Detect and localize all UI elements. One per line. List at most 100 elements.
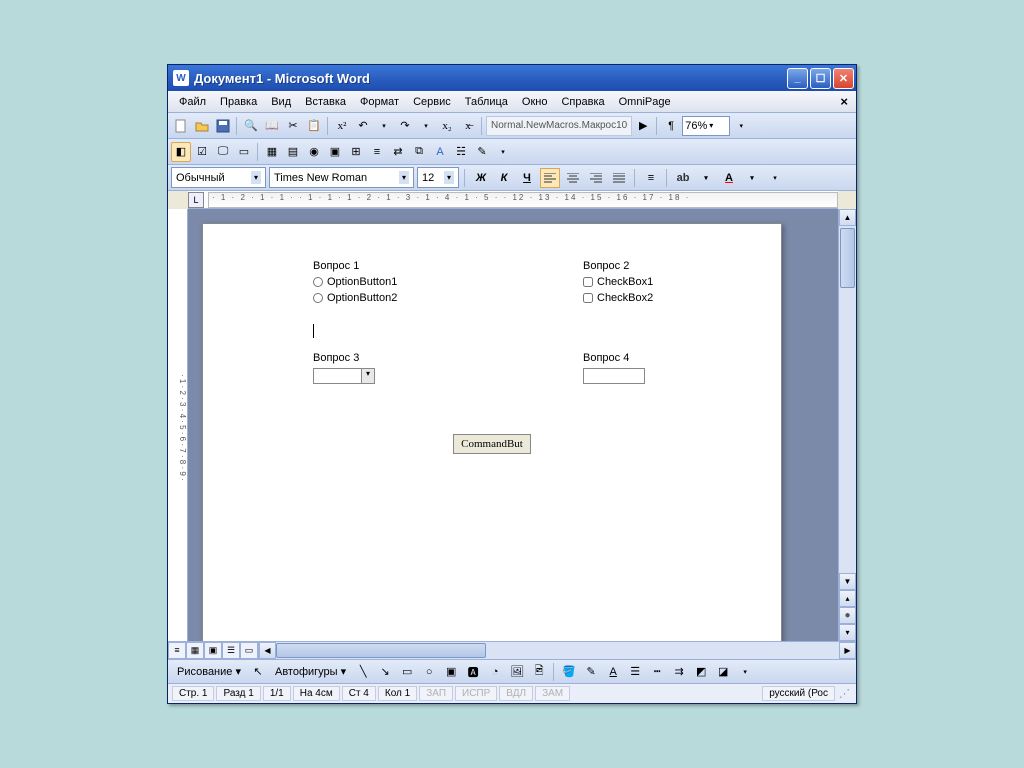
textbox-icon[interactable]: ▣ (441, 662, 461, 682)
new-icon[interactable] (171, 116, 191, 136)
status-trk[interactable]: ИСПР (455, 686, 497, 701)
print-view-icon[interactable]: ▣ (204, 642, 222, 659)
menu-insert[interactable]: Вставка (298, 93, 353, 111)
scroll-thumb-h[interactable] (276, 643, 486, 658)
close-button[interactable]: ✕ (833, 68, 854, 89)
status-ovr[interactable]: ЗАМ (535, 686, 570, 701)
research-icon[interactable]: 📖 (262, 116, 282, 136)
show-marks-icon[interactable]: ¶ (661, 116, 681, 136)
tool-g-icon[interactable]: ◉ (304, 142, 324, 162)
textbox-control[interactable] (583, 368, 645, 384)
command-button[interactable]: CommandBut (453, 434, 531, 454)
style-dropdown[interactable]: Обычный▾ (171, 167, 266, 188)
checkbox-1[interactable]: CheckBox1 (583, 276, 653, 288)
redo-dropdown-icon[interactable]: ▾ (416, 116, 436, 136)
resize-grip-icon[interactable]: ⋰ (837, 687, 852, 700)
vertical-scrollbar[interactable]: ▲ ▼ ▴ ● ▾ (838, 209, 856, 641)
radio-icon[interactable] (313, 293, 323, 303)
menu-edit[interactable]: Правка (213, 93, 264, 111)
reading-view-icon[interactable]: ▭ (240, 642, 258, 659)
normal-view-icon[interactable]: ≡ (168, 642, 186, 659)
menu-tools[interactable]: Сервис (406, 93, 458, 111)
bold-button[interactable]: Ж (471, 168, 491, 188)
maximize-button[interactable]: ☐ (810, 68, 831, 89)
tool-i-icon[interactable]: ⊞ (346, 142, 366, 162)
next-page-icon[interactable]: ▾ (839, 624, 856, 641)
line-style-icon[interactable]: ☰ (625, 662, 645, 682)
highlight-arrow-icon[interactable]: ▾ (696, 168, 716, 188)
prev-page-icon[interactable]: ▴ (839, 590, 856, 607)
save-icon[interactable] (213, 116, 233, 136)
font-size-dropdown[interactable]: 12▾ (417, 167, 459, 188)
font-dropdown[interactable]: Times New Roman▾ (269, 167, 414, 188)
toolbar2-more-icon[interactable]: ▾ (493, 142, 513, 162)
scroll-thumb[interactable] (840, 228, 855, 288)
picture-icon[interactable]: 🖻 (529, 662, 549, 682)
tool-l-icon[interactable]: ⧉ (409, 142, 429, 162)
tab-selector-icon[interactable]: L (188, 192, 204, 208)
menu-view[interactable]: Вид (264, 93, 298, 111)
toolbar-more-icon[interactable]: ▾ (731, 116, 751, 136)
redo-icon[interactable]: ↷ (395, 116, 415, 136)
tool-f-icon[interactable]: ▤ (283, 142, 303, 162)
print-preview-icon[interactable]: 🔍 (241, 116, 261, 136)
font-color-arrow-icon[interactable]: ▾ (742, 168, 762, 188)
strike-icon[interactable]: x̶ (458, 116, 478, 136)
3d-icon[interactable]: ◪ (713, 662, 733, 682)
tool-n-icon[interactable]: ☵ (451, 142, 471, 162)
cut-icon[interactable]: ✂ (283, 116, 303, 136)
shadow-icon[interactable]: ◩ (691, 662, 711, 682)
drawbar-more-icon[interactable]: ▾ (735, 662, 755, 682)
font-color-button[interactable]: A (719, 168, 739, 188)
clipart-icon[interactable]: 🖼 (507, 662, 527, 682)
wordart-icon[interactable]: 🅰 (463, 662, 483, 682)
diagram-icon[interactable]: ◔ (485, 662, 505, 682)
tool-d-icon[interactable]: ▭ (234, 142, 254, 162)
scroll-left-icon[interactable]: ◀ (259, 642, 276, 659)
tool-k-icon[interactable]: ⇄ (388, 142, 408, 162)
title-bar[interactable]: W Документ1 - Microsoft Word _ ☐ ✕ (168, 65, 856, 91)
paste-icon[interactable]: 📋 (304, 116, 324, 136)
tool-o-icon[interactable]: ✎ (472, 142, 492, 162)
menu-omnipage[interactable]: OmniPage (612, 93, 678, 111)
highlight-button[interactable]: ab (673, 168, 693, 188)
macro-name-box[interactable]: Normal.NewMacros.Макрос10 (486, 116, 632, 136)
draw-menu[interactable]: Рисование ▾ (172, 662, 246, 681)
tool-c-icon[interactable]: 🖵 (213, 142, 233, 162)
tool-a-icon[interactable]: ◧ (171, 142, 191, 162)
option-button-2[interactable]: OptionButton2 (313, 292, 397, 304)
align-right-button[interactable] (586, 168, 606, 188)
tool-e-icon[interactable]: ▦ (262, 142, 282, 162)
minimize-button[interactable]: _ (787, 68, 808, 89)
dash-style-icon[interactable]: ┅ (647, 662, 667, 682)
arrow-style-icon[interactable]: ⇉ (669, 662, 689, 682)
run-macro-icon[interactable]: ▶ (633, 116, 653, 136)
checkbox-icon[interactable] (583, 293, 593, 303)
checkbox-2[interactable]: CheckBox2 (583, 292, 653, 304)
font-color-draw-icon[interactable]: A (603, 662, 623, 682)
autoshapes-menu[interactable]: Автофигуры ▾ (270, 662, 351, 681)
menu-window[interactable]: Окно (515, 93, 555, 111)
fill-color-icon[interactable]: 🪣 (559, 662, 579, 682)
status-language[interactable]: русский (Рос (762, 686, 835, 701)
numbering-button[interactable]: ≡ (641, 168, 661, 188)
undo-dropdown-icon[interactable]: ▾ (374, 116, 394, 136)
tool-m-icon[interactable]: A (430, 142, 450, 162)
justify-button[interactable] (609, 168, 629, 188)
subscript-icon[interactable]: x₂ (437, 116, 457, 136)
select-objects-icon[interactable]: ↖ (248, 662, 268, 682)
document-scroll-area[interactable]: Вопрос 1 OptionButton1 OptionButton2 Воп… (188, 209, 838, 641)
zoom-dropdown[interactable]: 76%▾ (682, 116, 730, 136)
line-icon[interactable]: ╲ (353, 662, 373, 682)
underline-button[interactable]: Ч (517, 168, 537, 188)
tool-b-icon[interactable]: ☑ (192, 142, 212, 162)
menu-table[interactable]: Таблица (458, 93, 515, 111)
align-left-button[interactable] (540, 168, 560, 188)
status-ext[interactable]: ВДЛ (499, 686, 533, 701)
option-button-1[interactable]: OptionButton1 (313, 276, 397, 288)
radio-icon[interactable] (313, 277, 323, 287)
horizontal-ruler[interactable]: L · 1 · 2 · 1 · 1 · · 1 · 1 · 1 · 2 · 1 … (188, 191, 838, 209)
open-icon[interactable] (192, 116, 212, 136)
arrow-icon[interactable]: ↘ (375, 662, 395, 682)
line-color-icon[interactable]: ✎ (581, 662, 601, 682)
